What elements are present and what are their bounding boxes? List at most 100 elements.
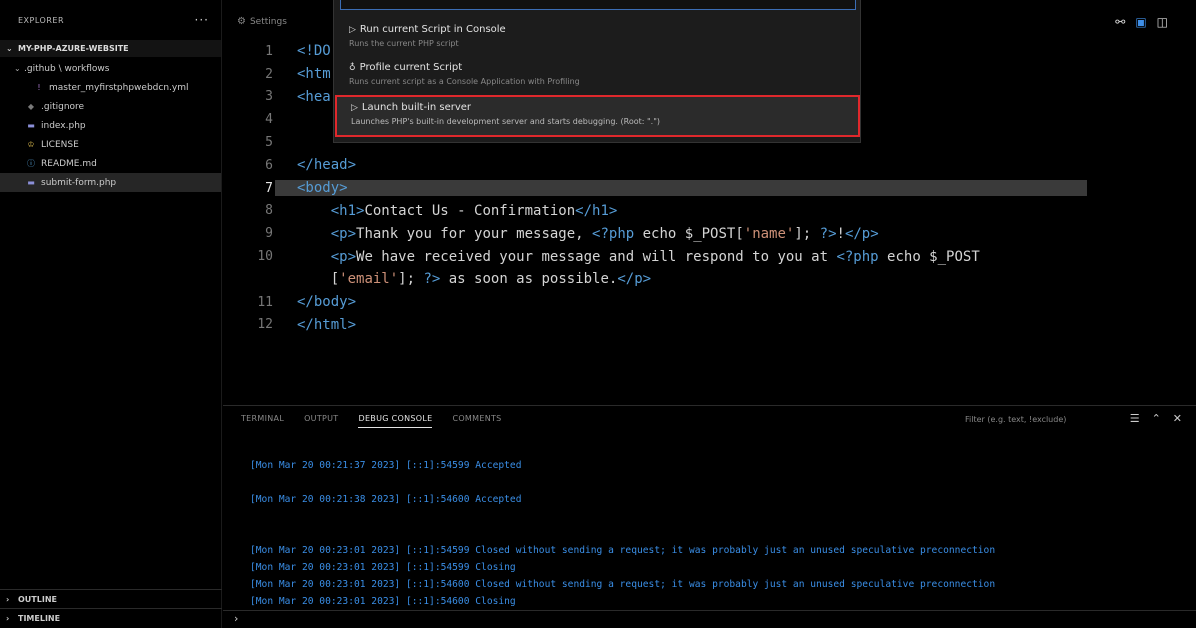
close-icon[interactable]: ✕ <box>1173 412 1182 425</box>
workspace-root-label: MY-PHP-AZURE-WEBSITE <box>18 44 129 53</box>
chevron-down-icon: ⌄ <box>6 44 13 53</box>
file-tree-item[interactable]: ◆ .gitignore <box>0 97 221 116</box>
info-file-icon: ⓘ <box>27 159 35 168</box>
console-input-bar[interactable]: › <box>223 610 1196 628</box>
line-number: 11 <box>257 294 273 310</box>
line-number: 6 <box>265 157 273 173</box>
timeline-label: TIMELINE <box>18 613 61 623</box>
quick-pick-description: Runs current script as a Console Applica… <box>349 77 580 86</box>
line-number: 10 <box>257 249 273 265</box>
quick-pick-item-run-script[interactable]: ▷ Run current Script in Console Runs the … <box>334 20 860 56</box>
file-tree: ⌄ .github \ workflows! master_myfirstphpwe… <box>0 59 221 192</box>
quick-pick-title: Profile current Script <box>359 62 463 73</box>
file-tree-item-label: README.md <box>41 158 97 169</box>
code-line[interactable]: ['email']; ?> as soon as possible.</p> <box>223 268 1196 291</box>
line-number: 2 <box>265 66 273 82</box>
line-number: 9 <box>265 226 273 242</box>
quick-pick-title: Launch built-in server <box>361 102 472 113</box>
quick-pick-item-launch-server[interactable]: ▷ Launch built-in server Launches PHP's b… <box>335 95 860 137</box>
quick-pick-input[interactable] <box>340 0 856 10</box>
panel-tab-debug-console[interactable]: DEBUG CONSOLE <box>358 414 433 428</box>
quick-pick-item-profile-script[interactable]: ♁ Profile current Script Runs current scr… <box>334 58 860 94</box>
code-line[interactable]: 6 </head> <box>223 154 1196 177</box>
file-tree-item-label: .gitignore <box>41 101 85 112</box>
code-text: <htm <box>297 66 331 83</box>
line-number: 8 <box>265 203 273 219</box>
debug-console-output: [Mon Mar 20 00:21:37 2023] [::1]:54599 A… <box>250 457 995 610</box>
code-text: ['email']; ?> as soon as possible.</p> <box>297 271 652 288</box>
panel-tab-terminal[interactable]: TERMINAL <box>241 414 284 428</box>
file-tree-item-label: LICENSE <box>41 139 79 150</box>
file-tree-item-label: index.php <box>41 120 86 131</box>
bottom-panel: TERMINAL OUTPUT DEBUG CONSOLE COMMENTS Filt… <box>223 405 1196 610</box>
editor-actions: ⚯ ▣ ◫ <box>1115 15 1168 29</box>
console-filter-input[interactable]: Filter (e.g. text, !exclude) <box>965 415 1066 424</box>
code-text: </body> <box>297 294 357 311</box>
profile-icon: ♁ <box>349 62 356 73</box>
console-line: [Mon Mar 20 00:21:37 2023] [::1]:54599 A… <box>250 460 522 471</box>
chevron-up-icon[interactable]: ⌃ <box>1152 412 1161 425</box>
file-tree-item-label: .github \ workflows <box>24 63 110 74</box>
play-icon: ▷ <box>351 102 358 113</box>
chevron-down-icon: ⌄ <box>14 64 21 73</box>
code-line[interactable]: 9 <p>Thank you for your message, <?php e… <box>223 222 1196 245</box>
yaml-file-icon: ! <box>37 83 41 92</box>
code-line[interactable]: 7 <body> <box>223 177 1196 200</box>
line-number: 7 <box>265 180 273 196</box>
license-file-icon: ♔ <box>27 140 35 149</box>
explorer-sidebar: EXPLORER ··· ⌄ MY-PHP-AZURE-WEBSITE ⌄ .gi… <box>0 0 222 628</box>
code-line[interactable]: 10 <p>We have received your message and … <box>223 245 1196 268</box>
code-text: <h1>Contact Us - Confirmation</h1> <box>330 202 618 219</box>
file-tree-item[interactable]: ▬ submit-form.php <box>0 173 221 192</box>
line-number: 3 <box>265 89 273 105</box>
split-editor-icon[interactable]: ◫ <box>1157 15 1168 29</box>
file-tree-item[interactable]: ! master_myfirstphpwebdcn.yml <box>0 78 221 97</box>
outline-section[interactable]: › OUTLINE <box>0 589 222 608</box>
quick-pick-description: Launches PHP's built-in development serv… <box>351 117 661 126</box>
file-tree-item[interactable]: ▬ index.php <box>0 116 221 135</box>
code-text: <p>Thank you for your message, <?php ech… <box>330 225 879 242</box>
file-tree-item-label: master_myfirstphpwebdcn.yml <box>49 82 189 93</box>
panel-tab-comments[interactable]: COMMENTS <box>452 414 501 428</box>
file-tree-item[interactable]: ♔ LICENSE <box>0 135 221 154</box>
php-file-icon: ▬ <box>27 178 35 187</box>
console-line: [Mon Mar 20 00:23:01 2023] [::1]:54600 C… <box>250 579 996 590</box>
explorer-header: EXPLORER ··· <box>0 0 221 40</box>
code-text: </html> <box>297 316 357 333</box>
file-tree-item[interactable]: ⌄ .github \ workflows <box>0 59 221 78</box>
code-text: <!DO <box>297 43 331 60</box>
line-number: 5 <box>265 135 273 151</box>
tab-label: Settings <box>249 16 287 27</box>
open-preview-icon[interactable]: ▣ <box>1135 15 1146 29</box>
play-icon: ▷ <box>349 24 356 35</box>
more-actions-icon[interactable]: ··· <box>195 13 209 27</box>
timeline-section[interactable]: › TIMELINE <box>0 608 222 627</box>
code-line[interactable]: 8 <h1>Contact Us - Confirmation</h1> <box>223 200 1196 223</box>
panel-actions: ☰ ⌃ ✕ <box>1130 412 1182 425</box>
quick-pick-title: Run current Script in Console <box>359 24 506 35</box>
line-number: 1 <box>265 43 273 59</box>
tab-settings[interactable]: ⚙ Settings <box>237 16 287 27</box>
php-file-icon: ▬ <box>27 121 35 130</box>
code-text: </head> <box>297 157 357 174</box>
quick-pick-description: Runs the current PHP script <box>349 39 459 48</box>
gear-icon: ⚙ <box>237 16 246 27</box>
console-line: [Mon Mar 20 00:21:38 2023] [::1]:54600 A… <box>250 494 522 505</box>
line-number: 12 <box>257 317 273 333</box>
line-number: 4 <box>265 112 273 128</box>
file-tree-item[interactable]: ⓘ README.md <box>0 154 221 173</box>
panel-tab-output[interactable]: OUTPUT <box>304 414 338 428</box>
workspace-root-folder[interactable]: ⌄ MY-PHP-AZURE-WEBSITE <box>0 40 221 57</box>
quick-pick-dropdown: ▷ Run current Script in Console Runs the … <box>333 0 861 143</box>
git-file-icon: ◆ <box>27 102 35 111</box>
code-line[interactable]: 12 </html> <box>223 314 1196 337</box>
code-line[interactable]: 11 </body> <box>223 291 1196 314</box>
console-line: [Mon Mar 20 00:23:01 2023] [::1]:54599 C… <box>250 545 996 556</box>
console-prompt-icon: › <box>234 612 239 625</box>
debug-icon[interactable]: ⚯ <box>1115 15 1125 29</box>
chevron-right-icon: › <box>6 613 10 623</box>
clear-console-icon[interactable]: ☰ <box>1130 412 1140 425</box>
